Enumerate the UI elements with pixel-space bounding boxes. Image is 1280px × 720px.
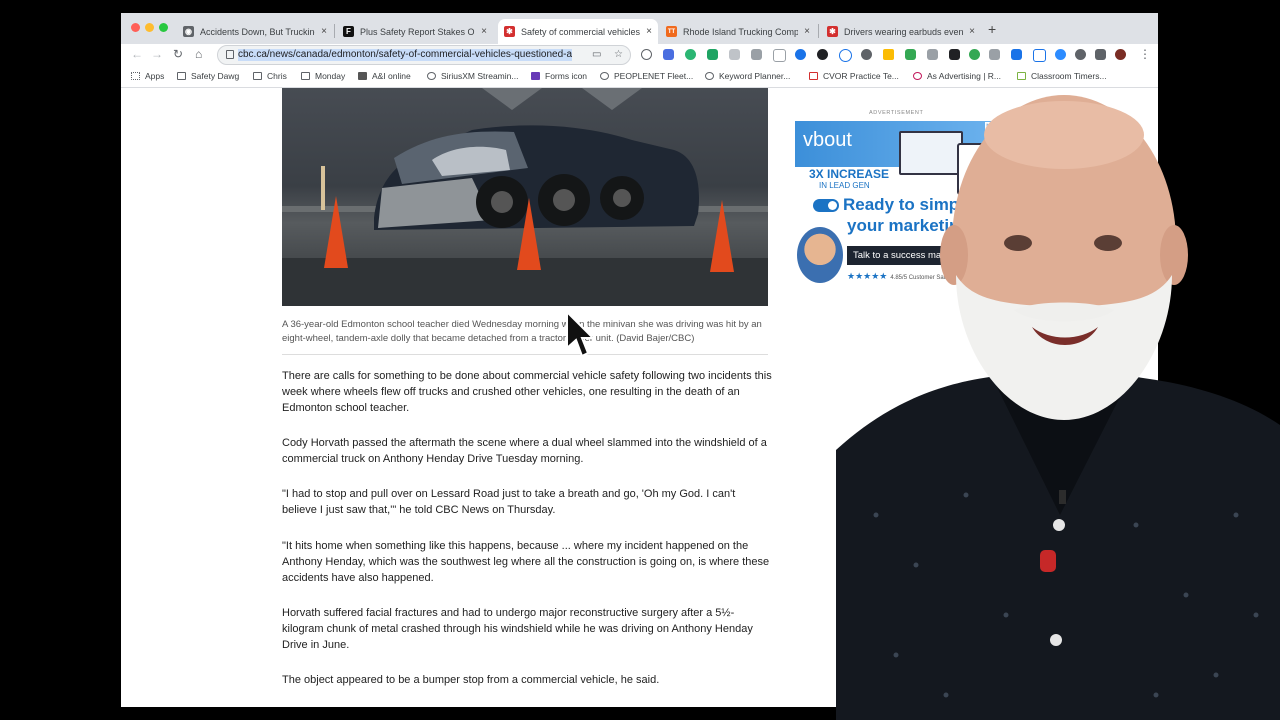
tab-safety-commercial-vehicles[interactable]: ✱ Safety of commercial vehicles × <box>498 19 658 44</box>
forms-icon <box>531 72 540 80</box>
new-tab-button[interactable]: + <box>988 21 996 37</box>
tab-close-icon[interactable]: × <box>481 26 487 37</box>
article-paragraph: "It hits home when something like this h… <box>282 540 770 584</box>
bookmark-siriusxm[interactable]: SiriusXM Streamin... <box>427 71 518 81</box>
article-paragraph: There are calls for something to be done… <box>282 370 772 414</box>
close-window-button[interactable] <box>131 23 140 32</box>
extension-icon[interactable] <box>1011 49 1022 60</box>
home-icon[interactable]: ⌂ <box>195 47 202 61</box>
timer-icon <box>1017 72 1026 80</box>
tab-divider <box>334 24 335 38</box>
siriusxm-icon <box>427 72 436 80</box>
puzzle-icon[interactable] <box>1095 49 1106 60</box>
folder-icon <box>301 72 310 80</box>
extension-icon[interactable] <box>795 49 806 60</box>
extension-icon[interactable] <box>729 49 740 60</box>
extension-icon[interactable] <box>773 49 786 62</box>
article-paragraph: The object appeared to be a bumper stop … <box>282 674 660 686</box>
tab-accidents-down[interactable]: ◉ Accidents Down, But Trucking × <box>177 19 333 44</box>
minimize-window-button[interactable] <box>145 23 154 32</box>
evernote-icon[interactable] <box>707 49 718 60</box>
extension-icon[interactable] <box>949 49 960 60</box>
extension-icon[interactable] <box>663 49 674 60</box>
zoom-extension-icon[interactable] <box>1055 49 1066 60</box>
forward-arrow-icon[interactable]: → <box>151 47 163 61</box>
photo-caption: A 36-year-old Edmonton school teacher di… <box>282 319 762 344</box>
bookmark-as-advertising[interactable]: As Advertising | R... <box>913 71 1001 81</box>
extension-icon[interactable] <box>861 49 872 60</box>
extension-icon[interactable] <box>927 49 938 60</box>
globe-icon <box>705 72 714 80</box>
tab-close-icon[interactable]: × <box>969 26 975 37</box>
crashed-minivan-image <box>282 88 768 306</box>
address-bar[interactable]: cbc.ca/news/canada/edmonton/safety-of-co… <box>217 45 631 65</box>
bookmark-peoplenet[interactable]: PEOPLENET Fleet... <box>600 71 693 81</box>
folder-icon <box>177 72 186 80</box>
traffic-cone <box>324 196 348 268</box>
tt-icon: TT <box>666 26 677 37</box>
sms-icon <box>358 72 367 80</box>
extension-icon[interactable] <box>839 49 852 62</box>
url-text[interactable]: cbc.ca/news/canada/edmonton/safety-of-co… <box>238 49 573 61</box>
drive-icon[interactable] <box>883 49 894 60</box>
bookmark-monday[interactable]: Monday <box>301 71 345 81</box>
bookmark-apps[interactable]: Apps <box>131 71 164 81</box>
tab-drivers-earbuds[interactable]: ✱ Drivers wearing earbuds even × <box>821 19 981 44</box>
bookmark-forms-icon[interactable]: Forms icon <box>531 71 587 81</box>
kebab-menu-icon[interactable]: ⋮ <box>1139 47 1151 61</box>
cbc-gem-icon: ✱ <box>827 26 838 37</box>
cbc-gem-icon: ✱ <box>504 26 515 37</box>
cast-icon[interactable]: ▭ <box>592 49 601 60</box>
tab-close-icon[interactable]: × <box>646 26 652 37</box>
extension-icon[interactable] <box>751 49 762 60</box>
bookmark-cvor[interactable]: CVOR Practice Te... <box>809 71 899 81</box>
tab-close-icon[interactable]: × <box>321 26 327 37</box>
cvor-icon <box>809 72 818 80</box>
caption-divider <box>282 354 768 355</box>
mouse-cursor-icon <box>566 310 595 358</box>
reload-icon[interactable]: ↻ <box>173 47 183 61</box>
browser-toolbar: ← → ↻ ⌂ cbc.ca/news/canada/edmonton/safe… <box>121 44 1158 67</box>
lock-icon <box>226 50 234 59</box>
bookmark-safety-dawg[interactable]: Safety Dawg <box>177 71 239 81</box>
traffic-cone <box>517 198 541 270</box>
extension-icon[interactable] <box>685 49 696 60</box>
traffic-cone <box>710 200 734 272</box>
globe-icon: ◉ <box>183 26 194 37</box>
apps-grid-icon <box>131 72 140 80</box>
extension-icon[interactable] <box>905 49 916 60</box>
bookmark-chris[interactable]: Chris <box>253 71 287 81</box>
bookmark-classroom-timers[interactable]: Classroom Timers... <box>1017 71 1107 81</box>
article-paragraph: Horvath suffered facial fractures and ha… <box>282 607 753 651</box>
tab-divider <box>818 24 819 38</box>
avatar[interactable] <box>1115 49 1126 60</box>
tab-plus-safety-report[interactable]: F Plus Safety Report Stakes Out × <box>337 19 493 44</box>
article-photo <box>282 88 768 306</box>
tab-close-icon[interactable]: × <box>804 26 810 37</box>
tab-strip: ◉ Accidents Down, But Trucking × F Plus … <box>121 13 1158 44</box>
back-arrow-icon[interactable]: ← <box>131 47 143 61</box>
article-paragraph: "I had to stop and pull over on Lessard … <box>282 488 736 516</box>
bookmark-keyword-planner[interactable]: Keyword Planner... <box>705 71 790 81</box>
bookmark-star-icon[interactable]: ☆ <box>614 49 623 60</box>
extension-icon[interactable] <box>817 49 828 60</box>
forbes-icon: F <box>343 26 354 37</box>
extension-icon[interactable] <box>1033 49 1046 62</box>
article-paragraph: Cody Horvath passed the aftermath the sc… <box>282 437 767 465</box>
bookmarks-bar: Apps Safety Dawg Chris Monday A&I online… <box>121 67 1158 88</box>
target-icon <box>913 72 922 80</box>
extension-icon[interactable] <box>989 49 1000 60</box>
extension-icon[interactable] <box>969 49 980 60</box>
tab-rhode-island-trucking[interactable]: TT Rhode Island Trucking Compan × <box>660 19 816 44</box>
info-extension-icon[interactable] <box>641 49 652 60</box>
globe-icon <box>600 72 609 80</box>
extension-icon[interactable] <box>1075 49 1086 60</box>
presenter-webcam-overlay <box>836 95 1280 720</box>
bookmark-ai-online[interactable]: A&I online <box>358 71 411 81</box>
zoom-window-button[interactable] <box>159 23 168 32</box>
folder-icon <box>253 72 262 80</box>
